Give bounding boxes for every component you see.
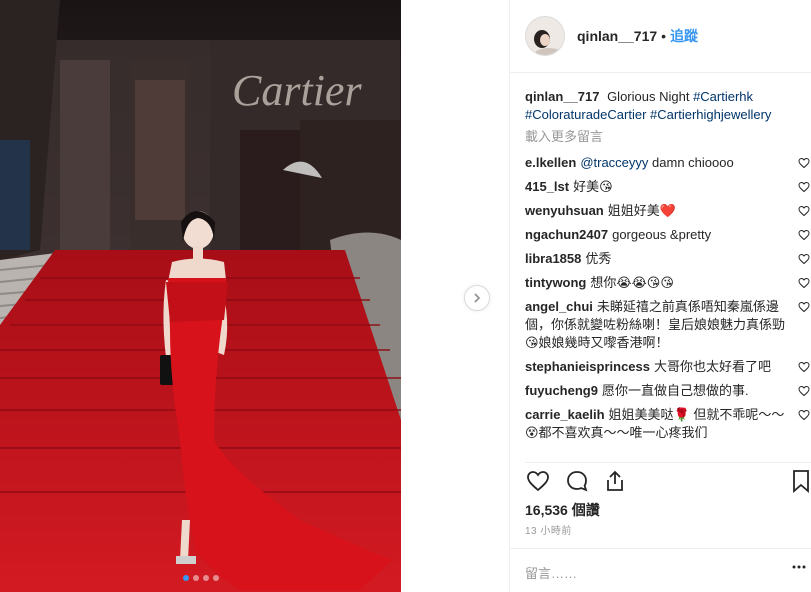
like-heart-icon[interactable] xyxy=(525,469,551,493)
comment-username[interactable]: libra1858 xyxy=(525,251,581,266)
comment-row: 415_lst 好美😘 xyxy=(525,178,811,196)
comment-username[interactable]: tintywong xyxy=(525,275,586,290)
share-icon[interactable] xyxy=(603,469,627,493)
avatar-image xyxy=(526,17,564,55)
comment-row: ngachun2407 gorgeous &pretty xyxy=(525,226,811,244)
carousel-dot xyxy=(202,575,209,581)
comment-username[interactable]: carrie_kaelih xyxy=(525,407,605,422)
hashtag-link[interactable]: #Cartierhighjewellery xyxy=(650,107,771,122)
comment-username[interactable]: wenyuhsuan xyxy=(525,203,604,218)
hashtag-link[interactable]: #ColoraturadeCartier xyxy=(525,107,646,122)
carousel-indicator xyxy=(0,575,401,581)
follow-button[interactable]: 追蹤 xyxy=(670,28,698,44)
caption-username[interactable]: qinlan__717 xyxy=(525,89,599,104)
heart-icon[interactable] xyxy=(798,409,810,421)
comment-text: 好美😘 xyxy=(573,179,613,194)
avatar[interactable] xyxy=(525,16,565,56)
comment-row: e.lkellen @tracceyyy damn chioooo xyxy=(525,154,811,172)
likes-number: 16,536 xyxy=(525,502,568,518)
heart-icon[interactable] xyxy=(798,229,810,241)
heart-icon[interactable] xyxy=(798,385,810,397)
comment-mention[interactable]: @tracceyyy xyxy=(580,155,648,170)
comment-row: fuyucheng9 愿你一直做自己想做的事. xyxy=(525,382,811,400)
comment-text: 想你😭😭😘😘 xyxy=(590,275,674,290)
comment-username[interactable]: e.lkellen xyxy=(525,155,576,170)
comment-bubble-icon[interactable] xyxy=(565,469,589,493)
heart-icon[interactable] xyxy=(798,301,810,313)
comment-text: 姐姐好美❤️ xyxy=(607,203,676,218)
post-caption: qinlan__717 Glorious Night #Cartierhk #C… xyxy=(525,88,795,124)
chevron-right-icon xyxy=(474,293,481,303)
more-options-icon[interactable] xyxy=(792,565,806,569)
comment-row: angel_chui 未睇延禧之前真係唔知秦嵐係邊個，你係就變咗粉絲喇！皇后娘娘魅… xyxy=(525,298,811,352)
comment-text: damn chioooo xyxy=(652,155,734,170)
hashtag-link[interactable]: #Cartierhk xyxy=(693,89,753,104)
add-comment-placeholder: 留言…… xyxy=(525,566,578,581)
header-username[interactable]: qinlan__717 xyxy=(577,28,657,44)
comment-text: 大哥你也太好看了吧 xyxy=(654,359,772,374)
heart-icon[interactable] xyxy=(798,157,810,169)
load-more-comments-button[interactable]: 載入更多留言 xyxy=(525,128,811,146)
header-separator: • xyxy=(661,28,667,44)
comment-text: 优秀 xyxy=(585,251,612,266)
heart-icon[interactable] xyxy=(798,277,810,289)
comment-text: gorgeous &pretty xyxy=(612,227,712,242)
add-comment-field[interactable]: 留言…… xyxy=(510,548,811,592)
heart-icon[interactable] xyxy=(798,253,810,265)
heart-icon[interactable] xyxy=(798,361,810,373)
comment-row: stephanieisprincess 大哥你也太好看了吧 xyxy=(525,358,811,376)
caption-text: Glorious Night xyxy=(607,89,690,104)
comment-text: 愿你一直做自己想做的事. xyxy=(601,383,749,398)
comment-username[interactable]: stephanieisprincess xyxy=(525,359,650,374)
comment-username[interactable]: angel_chui xyxy=(525,299,593,314)
comment-username[interactable]: 415_lst xyxy=(525,179,569,194)
comment-username[interactable]: ngachun2407 xyxy=(525,227,608,242)
bookmark-icon[interactable] xyxy=(791,469,811,493)
post-photo[interactable]: Cartier xyxy=(0,0,401,592)
likes-count[interactable]: 16,536 個讚 xyxy=(525,500,600,520)
comment-row: carrie_kaelih 姐姐美美哒🌹 但就不乖呢～～😵都不喜欢真～～唯一心疼我… xyxy=(525,406,811,442)
post-timestamp[interactable]: 13 小時前 xyxy=(525,522,572,537)
likes-unit: 個讚 xyxy=(571,502,600,518)
post-photo-image: Cartier xyxy=(0,0,401,592)
comment-row: tintywong 想你😭😭😘😘 xyxy=(525,274,811,292)
post-actions-bar xyxy=(525,462,811,498)
heart-icon[interactable] xyxy=(798,181,810,193)
carousel-next-button[interactable] xyxy=(464,285,490,311)
cartier-sign: Cartier xyxy=(232,66,362,115)
carousel-dot xyxy=(182,575,189,581)
post-header: qinlan__717 • 追蹤 xyxy=(510,0,811,73)
post-side-panel: qinlan__717 • 追蹤 qinlan__717 Glorious Nigh… xyxy=(509,0,811,592)
carousel-dot xyxy=(192,575,199,581)
comment-row: libra1858 优秀 xyxy=(525,250,811,268)
heart-icon[interactable] xyxy=(798,205,810,217)
comment-username[interactable]: fuyucheng9 xyxy=(525,383,598,398)
comments-list[interactable]: qinlan__717 Glorious Night #Cartierhk #C… xyxy=(525,88,811,458)
carousel-dot xyxy=(212,575,219,581)
comment-row: wenyuhsuan 姐姐好美❤️ xyxy=(525,202,811,220)
